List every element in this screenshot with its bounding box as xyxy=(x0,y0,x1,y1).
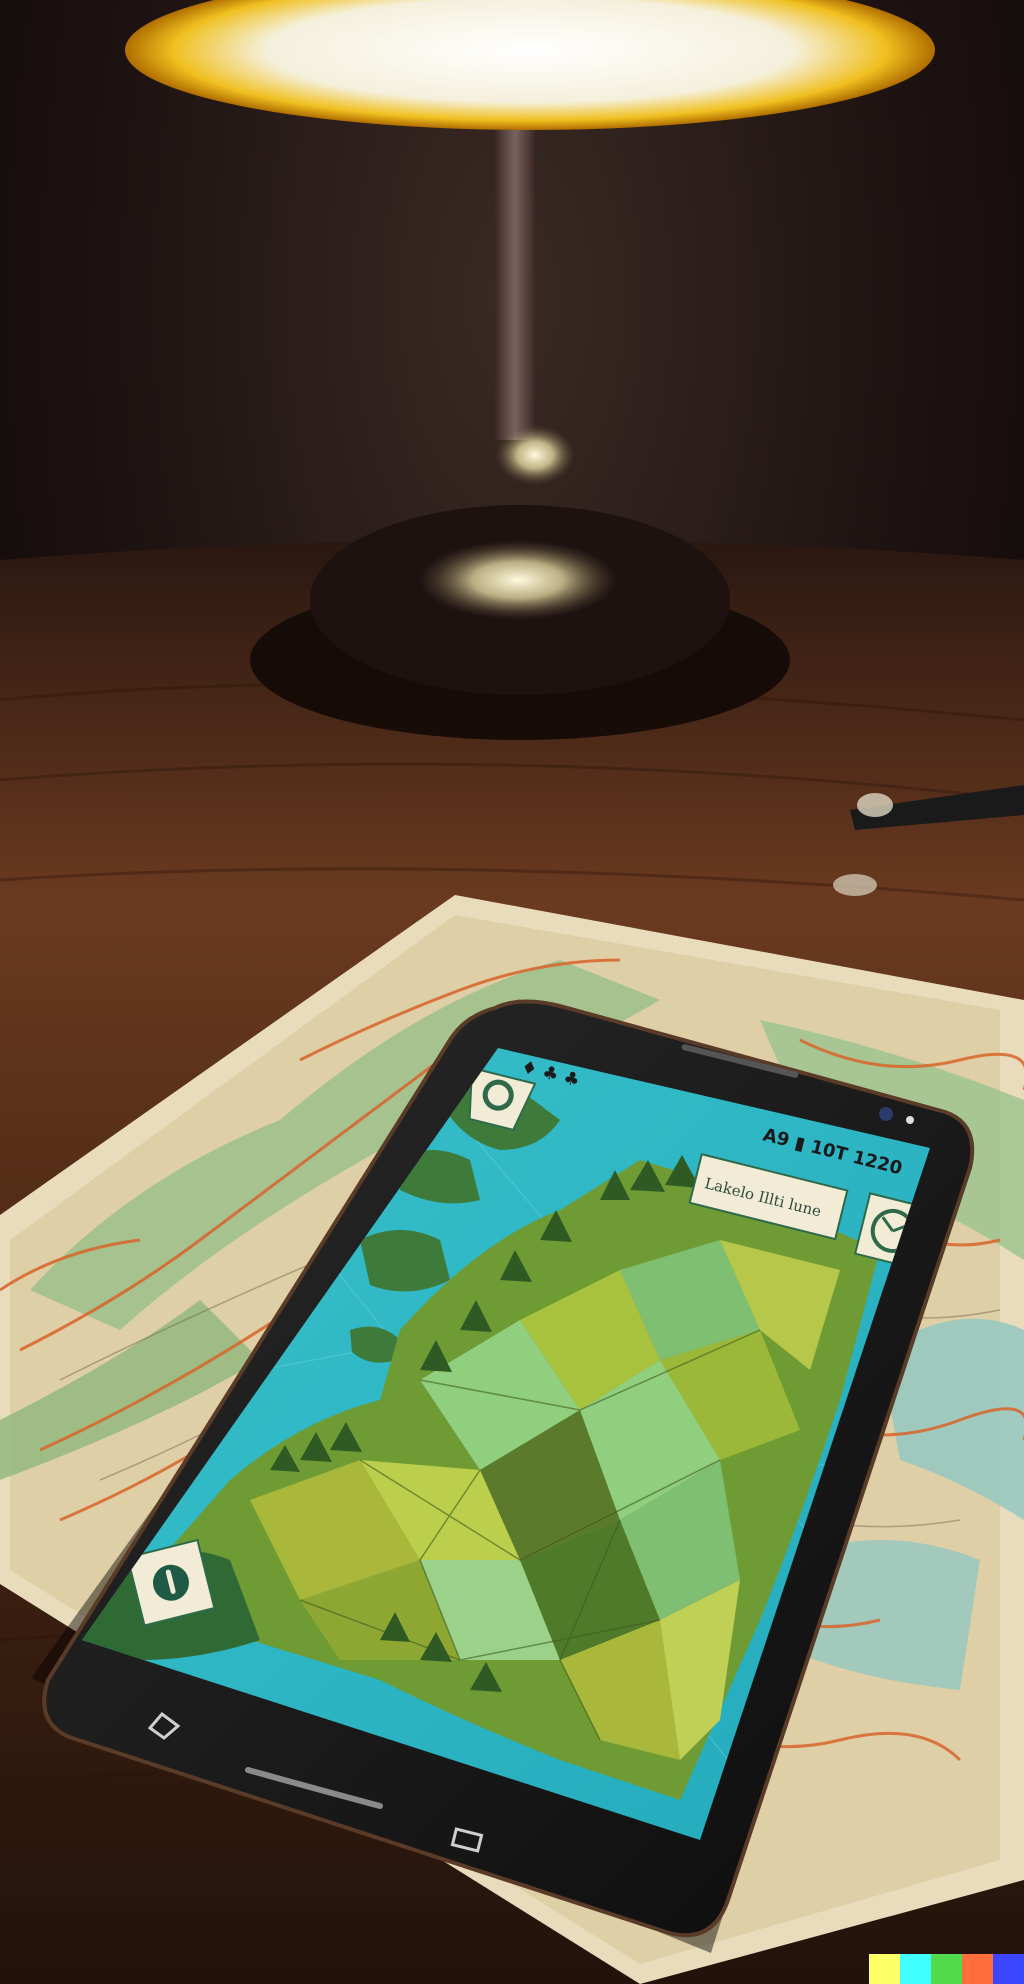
front-camera xyxy=(879,1107,893,1121)
pen-highlight xyxy=(857,793,893,817)
photo-illustration: ♦ ♣ ♣ A9 ▮ 10T 1220 Lakelo Illti lune xyxy=(0,0,1024,1984)
watermark xyxy=(869,1954,1024,1984)
watermark-bar xyxy=(931,1954,962,1984)
map-island xyxy=(360,1230,450,1292)
scene: ♦ ♣ ♣ A9 ▮ 10T 1220 Lakelo Illti lune xyxy=(0,0,1024,1984)
watermark-bar xyxy=(993,1954,1024,1984)
lamp-glow-small xyxy=(495,425,575,485)
watermark-bar xyxy=(962,1954,993,1984)
pen-highlight-2 xyxy=(833,874,877,896)
watermark-bar xyxy=(869,1954,900,1984)
lamp-pole xyxy=(495,130,535,440)
sensor-dot xyxy=(906,1116,914,1124)
lamp-glow-base xyxy=(418,540,618,620)
watermark-bar xyxy=(900,1954,931,1984)
